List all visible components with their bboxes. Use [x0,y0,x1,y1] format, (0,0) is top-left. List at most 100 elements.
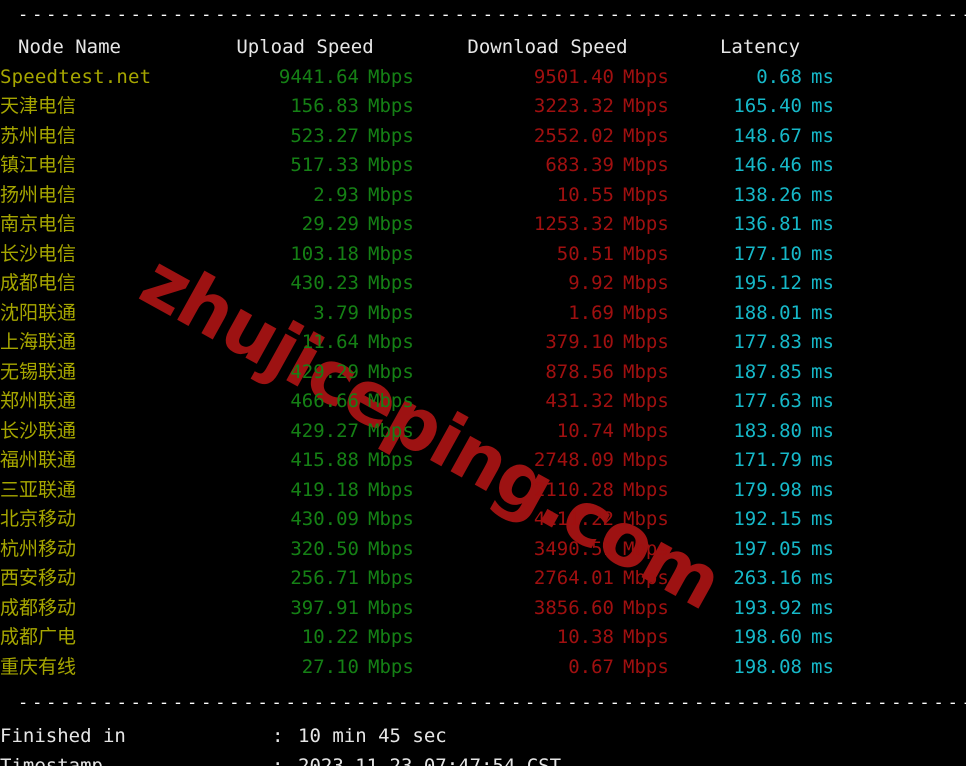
latency-unit: ms [811,626,834,648]
latency-value: 138.26 [733,183,802,206]
download-value: 1.69 [568,301,614,324]
cell-pad [845,564,966,594]
upload-value: 419.18 [290,478,359,501]
latency-value: 177.10 [733,242,802,265]
upload-unit: Mbps [368,655,414,678]
terminal-window: zhujiceping.com ------------------------… [0,0,966,766]
download-value: 10.55 [556,183,614,206]
latency-value: 187.85 [733,360,802,383]
upload-unit: Mbps [368,596,414,619]
cell-pad [845,535,966,565]
finished-colon: : [272,725,284,747]
upload-unit: Mbps [368,154,414,176]
download-value: 4111.22 [533,508,614,530]
upload-unit: Mbps [368,124,414,147]
latency-unit: ms [811,95,834,117]
cell-pad [845,387,966,417]
latency-unit: ms [811,183,834,206]
timestamp-colon: : [272,755,284,766]
column-header-latency: Latency [719,36,801,58]
latency-unit: ms [811,596,834,619]
table-row: 三亚联通 419.18 Mbps 2110.28 Mbps 179.98 ms [0,476,966,506]
column-header-pad [845,33,966,63]
upload-value: 523.27 [290,124,359,147]
latency-unit: ms [811,331,834,353]
cell-latency: 187.85 ms [675,358,845,388]
cell-upload: 2.93 Mbps [190,181,420,211]
cell-latency: 183.80 ms [675,417,845,447]
table-row: 郑州联通 466.66 Mbps 431.32 Mbps 177.63 ms [0,387,966,417]
cell-node-name: 三亚联通 [0,478,77,501]
latency-value: 165.40 [733,95,802,117]
table-row: 成都广电 10.22 Mbps 10.38 Mbps 198.60 ms [0,623,966,653]
cell-pad [845,151,966,181]
download-value: 9501.40 [533,65,614,88]
cell-node-name: 北京移动 [0,508,77,530]
upload-unit: Mbps [368,183,414,206]
cell-node-name: 无锡联通 [0,360,77,383]
download-unit: Mbps [623,626,669,648]
download-value: 0.67 [568,655,614,678]
upload-unit: Mbps [368,213,414,235]
upload-value: 156.83 [290,95,359,117]
cell-download: 2552.02 Mbps [420,122,675,152]
latency-value: 179.98 [733,478,802,501]
latency-value: 193.92 [733,596,802,619]
upload-value: 103.18 [290,242,359,265]
cell-latency: 165.40 ms [675,92,845,122]
download-value: 379.10 [545,331,614,353]
cell-latency: 179.98 ms [675,476,845,506]
latency-value: 192.15 [733,508,802,530]
cell-upload: 430.23 Mbps [190,269,420,299]
table-row: 长沙电信 103.18 Mbps 50.51 Mbps 177.10 ms [0,240,966,270]
download-unit: Mbps [623,360,669,383]
cell-node-name: 上海联通 [0,331,77,353]
cell-download: 10.55 Mbps [420,181,675,211]
upload-unit: Mbps [368,449,414,471]
latency-value: 197.05 [733,537,802,560]
upload-unit: Mbps [368,360,414,383]
download-unit: Mbps [623,390,669,412]
latency-value: 183.80 [733,419,802,442]
download-unit: Mbps [623,537,669,560]
table-row: 杭州移动 320.50 Mbps 3490.51 Mbps 197.05 ms [0,535,966,565]
cell-download: 431.32 Mbps [420,387,675,417]
latency-value: 146.46 [733,154,802,176]
cell-download: 9.92 Mbps [420,269,675,299]
cell-latency: 136.81 ms [675,210,845,240]
download-unit: Mbps [623,65,669,88]
cell-latency: 263.16 ms [675,564,845,594]
cell-node-name: 郑州联通 [0,390,77,412]
cell-latency: 138.26 ms [675,181,845,211]
download-unit: Mbps [623,419,669,442]
latency-unit: ms [811,419,834,442]
upload-value: 9441.64 [278,65,359,88]
separator-dashes: ----------------------------------------… [18,693,966,713]
upload-value: 397.91 [290,596,359,619]
download-value: 10.74 [556,419,614,442]
upload-value: 2.93 [313,183,359,206]
cell-download: 683.39 Mbps [420,151,675,181]
cell-latency: 198.08 ms [675,653,845,683]
upload-value: 429.29 [290,360,359,383]
cell-latency: 192.15 ms [675,505,845,535]
cell-upload: 429.27 Mbps [190,417,420,447]
download-unit: Mbps [623,213,669,235]
cell-latency: 188.01 ms [675,299,845,329]
upload-unit: Mbps [368,419,414,442]
latency-value: 136.81 [733,213,802,235]
cell-node-name: Speedtest.net [0,65,152,88]
table-row: 镇江电信 517.33 Mbps 683.39 Mbps 146.46 ms [0,151,966,181]
cell-download: 50.51 Mbps [420,240,675,270]
cell-latency: 198.60 ms [675,623,845,653]
table-row: 沈阳联通 3.79 Mbps 1.69 Mbps 188.01 ms [0,299,966,329]
table-row: 北京移动 430.09 Mbps 4111.22 Mbps 192.15 ms [0,505,966,535]
table-row: Speedtest.net 9441.64 Mbps 9501.40 Mbps 0.68 m… [0,63,966,93]
cell-upload: 27.10 Mbps [190,653,420,683]
cell-node-name: 扬州电信 [0,183,77,206]
cell-pad [845,446,966,476]
latency-unit: ms [811,390,834,412]
table-row: 苏州电信 523.27 Mbps 2552.02 Mbps 148.67 ms [0,122,966,152]
cell-node-name: 杭州移动 [0,537,77,560]
cell-upload: 415.88 Mbps [190,446,420,476]
